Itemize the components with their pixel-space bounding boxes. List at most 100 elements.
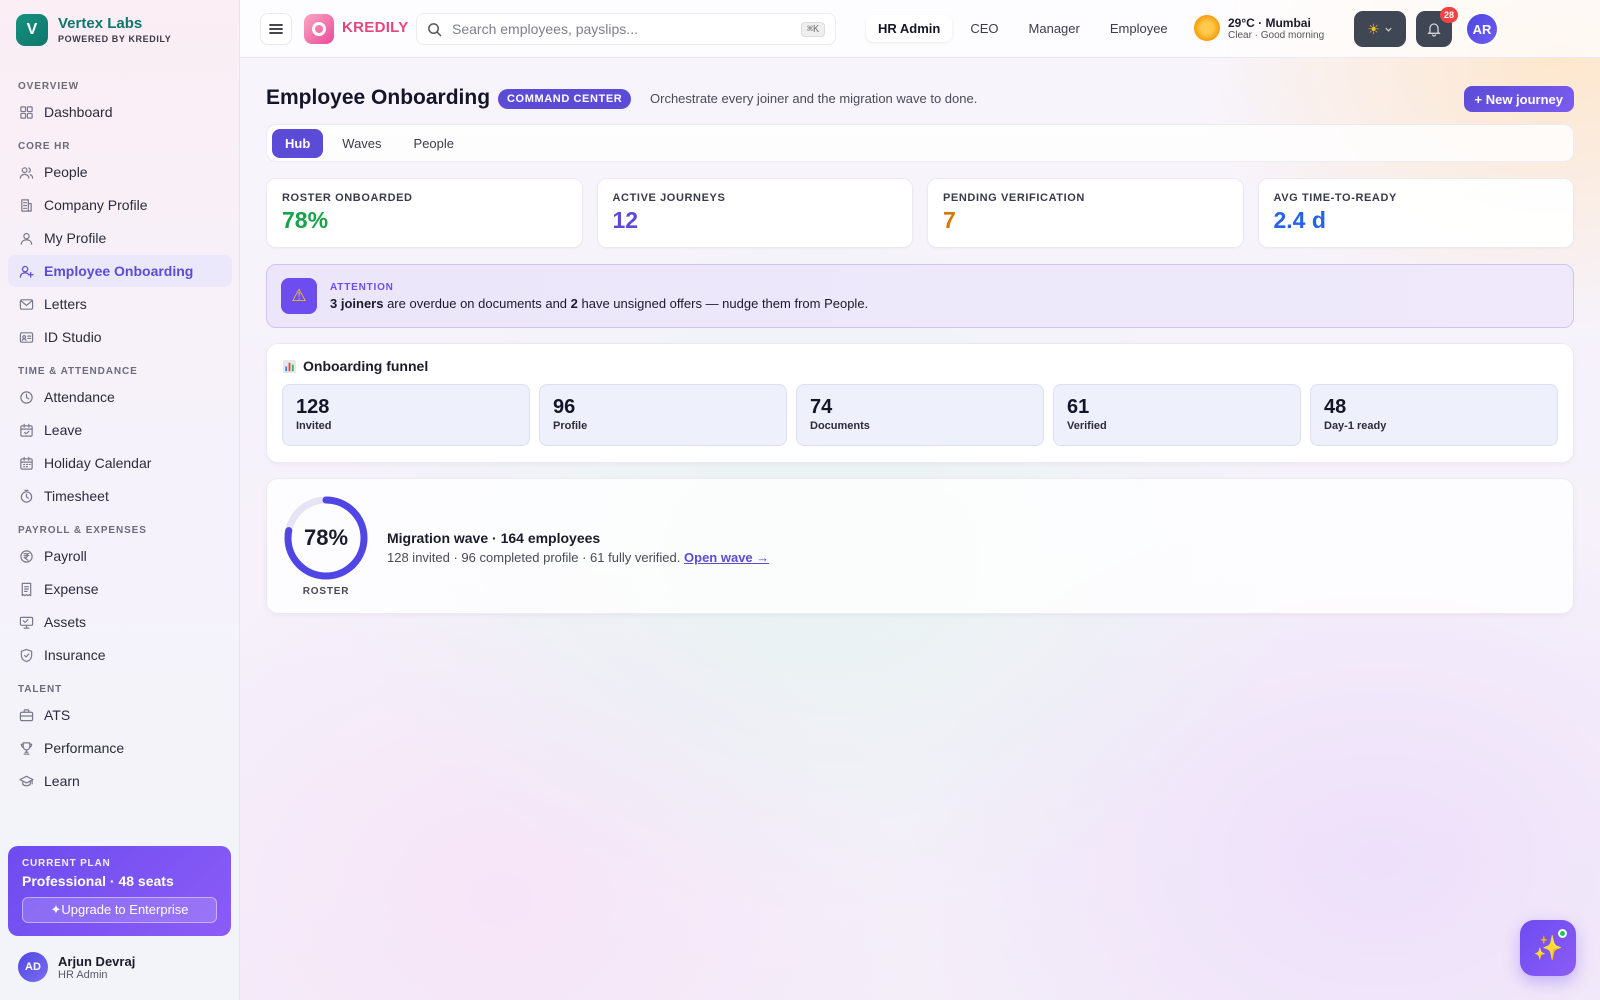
role-hr-admin[interactable]: HR Admin: [866, 15, 953, 42]
sidebar-item-payroll[interactable]: Payroll: [8, 540, 232, 572]
funnel-stage[interactable]: 74 Documents: [796, 384, 1044, 446]
sidebar-item-company-profile[interactable]: Company Profile: [8, 189, 232, 221]
sparkles-icon: ✨: [1533, 934, 1563, 962]
funnel-title: Onboarding funnel: [282, 358, 1558, 374]
attention-banner: ⚠ ATTENTION 3 joiners are overdue on doc…: [266, 264, 1574, 328]
avatar[interactable]: AR: [1465, 12, 1499, 46]
new-journey-button[interactable]: + New journey: [1463, 86, 1574, 112]
stage-value: 128: [296, 396, 330, 418]
bar-chart-icon: [282, 359, 297, 373]
sidebar-item-label: Learn: [44, 773, 80, 789]
upgrade-button[interactable]: ✦Upgrade to Enterprise: [22, 897, 217, 923]
sidebar-item-employee-onboarding[interactable]: Employee Onboarding: [8, 255, 232, 287]
sidebar-item-holiday-calendar[interactable]: Holiday Calendar: [8, 447, 232, 479]
menu-button[interactable]: [260, 13, 292, 45]
command-center-badge: COMMAND CENTER: [498, 89, 632, 109]
sidebar-item-my-profile[interactable]: My Profile: [8, 222, 232, 254]
wave-title: Migration wave · 164 employees: [387, 530, 601, 546]
kpi-value: 12: [612, 207, 639, 233]
sidebar-item-expense[interactable]: Expense: [8, 573, 232, 605]
avatar: AD: [18, 952, 48, 982]
search-input[interactable]: [452, 21, 801, 37]
sidebar-item-assets[interactable]: Assets: [8, 606, 232, 638]
sidebar-item-attendance[interactable]: Attendance: [8, 381, 232, 413]
tab-bar: Hub Waves People: [266, 124, 1574, 162]
theme-toggle-button[interactable]: ☀: [1354, 11, 1406, 47]
brand-logo: V: [16, 14, 48, 46]
sidebar-item-label: Expense: [44, 581, 99, 597]
weather-main: 29°C · Mumbai: [1228, 15, 1311, 30]
kpi-label: AVG TIME-TO-READY: [1273, 192, 1397, 204]
role-switcher: HR Admin CEO Manager Employee: [866, 15, 1180, 42]
sidebar-item-ats[interactable]: ATS: [8, 699, 232, 731]
funnel-stage[interactable]: 61 Verified: [1053, 384, 1301, 446]
brand[interactable]: V Vertex Labs POWERED BY KREDILY: [16, 14, 171, 46]
nav-section-title: TIME & ATTENDANCE: [18, 366, 138, 377]
stage-label: Day-1 ready: [1324, 420, 1387, 432]
sidebar-item-insurance[interactable]: Insurance: [8, 639, 232, 671]
user-profile[interactable]: AD Arjun Devraj HR Admin: [18, 952, 135, 982]
plan-name: Professional · 48 seats: [22, 873, 174, 889]
tab-waves[interactable]: Waves: [329, 129, 394, 158]
attention-text: 3 joiners are overdue on documents and 2…: [330, 295, 869, 311]
sidebar-nav: OVERVIEW Dashboard CORE HR People Compan…: [8, 78, 232, 838]
stage-label: Verified: [1067, 420, 1107, 432]
user-plus-icon: [18, 263, 34, 279]
calendar-icon: [18, 422, 34, 438]
calendar-days-icon: [18, 455, 34, 471]
search-bar[interactable]: ⌘K: [416, 13, 836, 45]
ai-assistant-button[interactable]: ✨: [1520, 920, 1576, 976]
nav-section-title: TALENT: [18, 684, 63, 695]
trophy-icon: [18, 740, 34, 756]
stage-label: Profile: [553, 420, 588, 432]
plan-label: CURRENT PLAN: [22, 858, 111, 869]
page-subtitle: Orchestrate every joiner and the migrati…: [650, 91, 978, 106]
weather-widget: 29°C · Mumbai Clear · Good morning: [1194, 15, 1324, 41]
tab-people[interactable]: People: [401, 129, 467, 158]
kpi-value: 7: [943, 207, 956, 233]
sidebar-item-label: Letters: [44, 296, 87, 312]
brand-tagline: POWERED BY KREDILY: [58, 34, 172, 44]
nav-section-title: PAYROLL & EXPENSES: [18, 525, 147, 536]
kpi-label: PENDING VERIFICATION: [943, 192, 1085, 204]
funnel-stage[interactable]: 96 Profile: [539, 384, 787, 446]
mail-icon: [18, 296, 34, 312]
online-status-dot: [1558, 929, 1567, 938]
stage-label: Invited: [296, 420, 332, 432]
sidebar-item-timesheet[interactable]: Timesheet: [8, 480, 232, 512]
sidebar-item-people[interactable]: People: [8, 156, 232, 188]
sidebar-item-letters[interactable]: Letters: [8, 288, 232, 320]
search-shortcut: ⌘K: [800, 21, 825, 37]
sidebar-item-label: Payroll: [44, 548, 87, 564]
sidebar-item-learn[interactable]: Learn: [8, 765, 232, 797]
sidebar-item-label: Dashboard: [44, 104, 113, 120]
sidebar-item-performance[interactable]: Performance: [8, 732, 232, 764]
ring-value: 78%: [303, 525, 349, 550]
funnel-stage[interactable]: 128 Invited: [282, 384, 530, 446]
nav-scroll-fade: [8, 798, 232, 838]
sidebar-item-leave[interactable]: Leave: [8, 414, 232, 446]
notifications-button[interactable]: 28: [1416, 7, 1458, 47]
sidebar-item-label: Employee Onboarding: [44, 263, 194, 279]
monitor-icon: [18, 614, 34, 630]
nav-section-title: OVERVIEW: [18, 81, 79, 92]
sidebar-item-dashboard[interactable]: Dashboard: [8, 96, 232, 128]
funnel-stage[interactable]: 48 Day-1 ready: [1310, 384, 1558, 446]
sidebar-item-id-studio[interactable]: ID Studio: [8, 321, 232, 353]
role-ceo[interactable]: CEO: [958, 15, 1010, 42]
kredily-logo: [304, 14, 334, 44]
open-wave-link[interactable]: Open wave →: [684, 550, 769, 565]
sidebar-item-label: Company Profile: [44, 197, 148, 213]
role-employee[interactable]: Employee: [1098, 15, 1180, 42]
role-manager[interactable]: Manager: [1017, 15, 1092, 42]
rupee-icon: [18, 548, 34, 564]
sidebar-item-label: Holiday Calendar: [44, 455, 152, 471]
hamburger-icon: [269, 24, 283, 34]
id-card-icon: [18, 329, 34, 345]
sun-icon: [1194, 15, 1220, 41]
tab-hub[interactable]: Hub: [272, 128, 324, 158]
kpi-card: PENDING VERIFICATION 7: [927, 178, 1244, 248]
kpi-row: ROSTER ONBOARDED 78% ACTIVE JOURNEYS 12 …: [266, 178, 1574, 248]
stage-value: 48: [1324, 396, 1347, 418]
topbar: KREDILY ⌘K HR AdminCEO ManagerEmployee 29…: [240, 0, 1600, 58]
